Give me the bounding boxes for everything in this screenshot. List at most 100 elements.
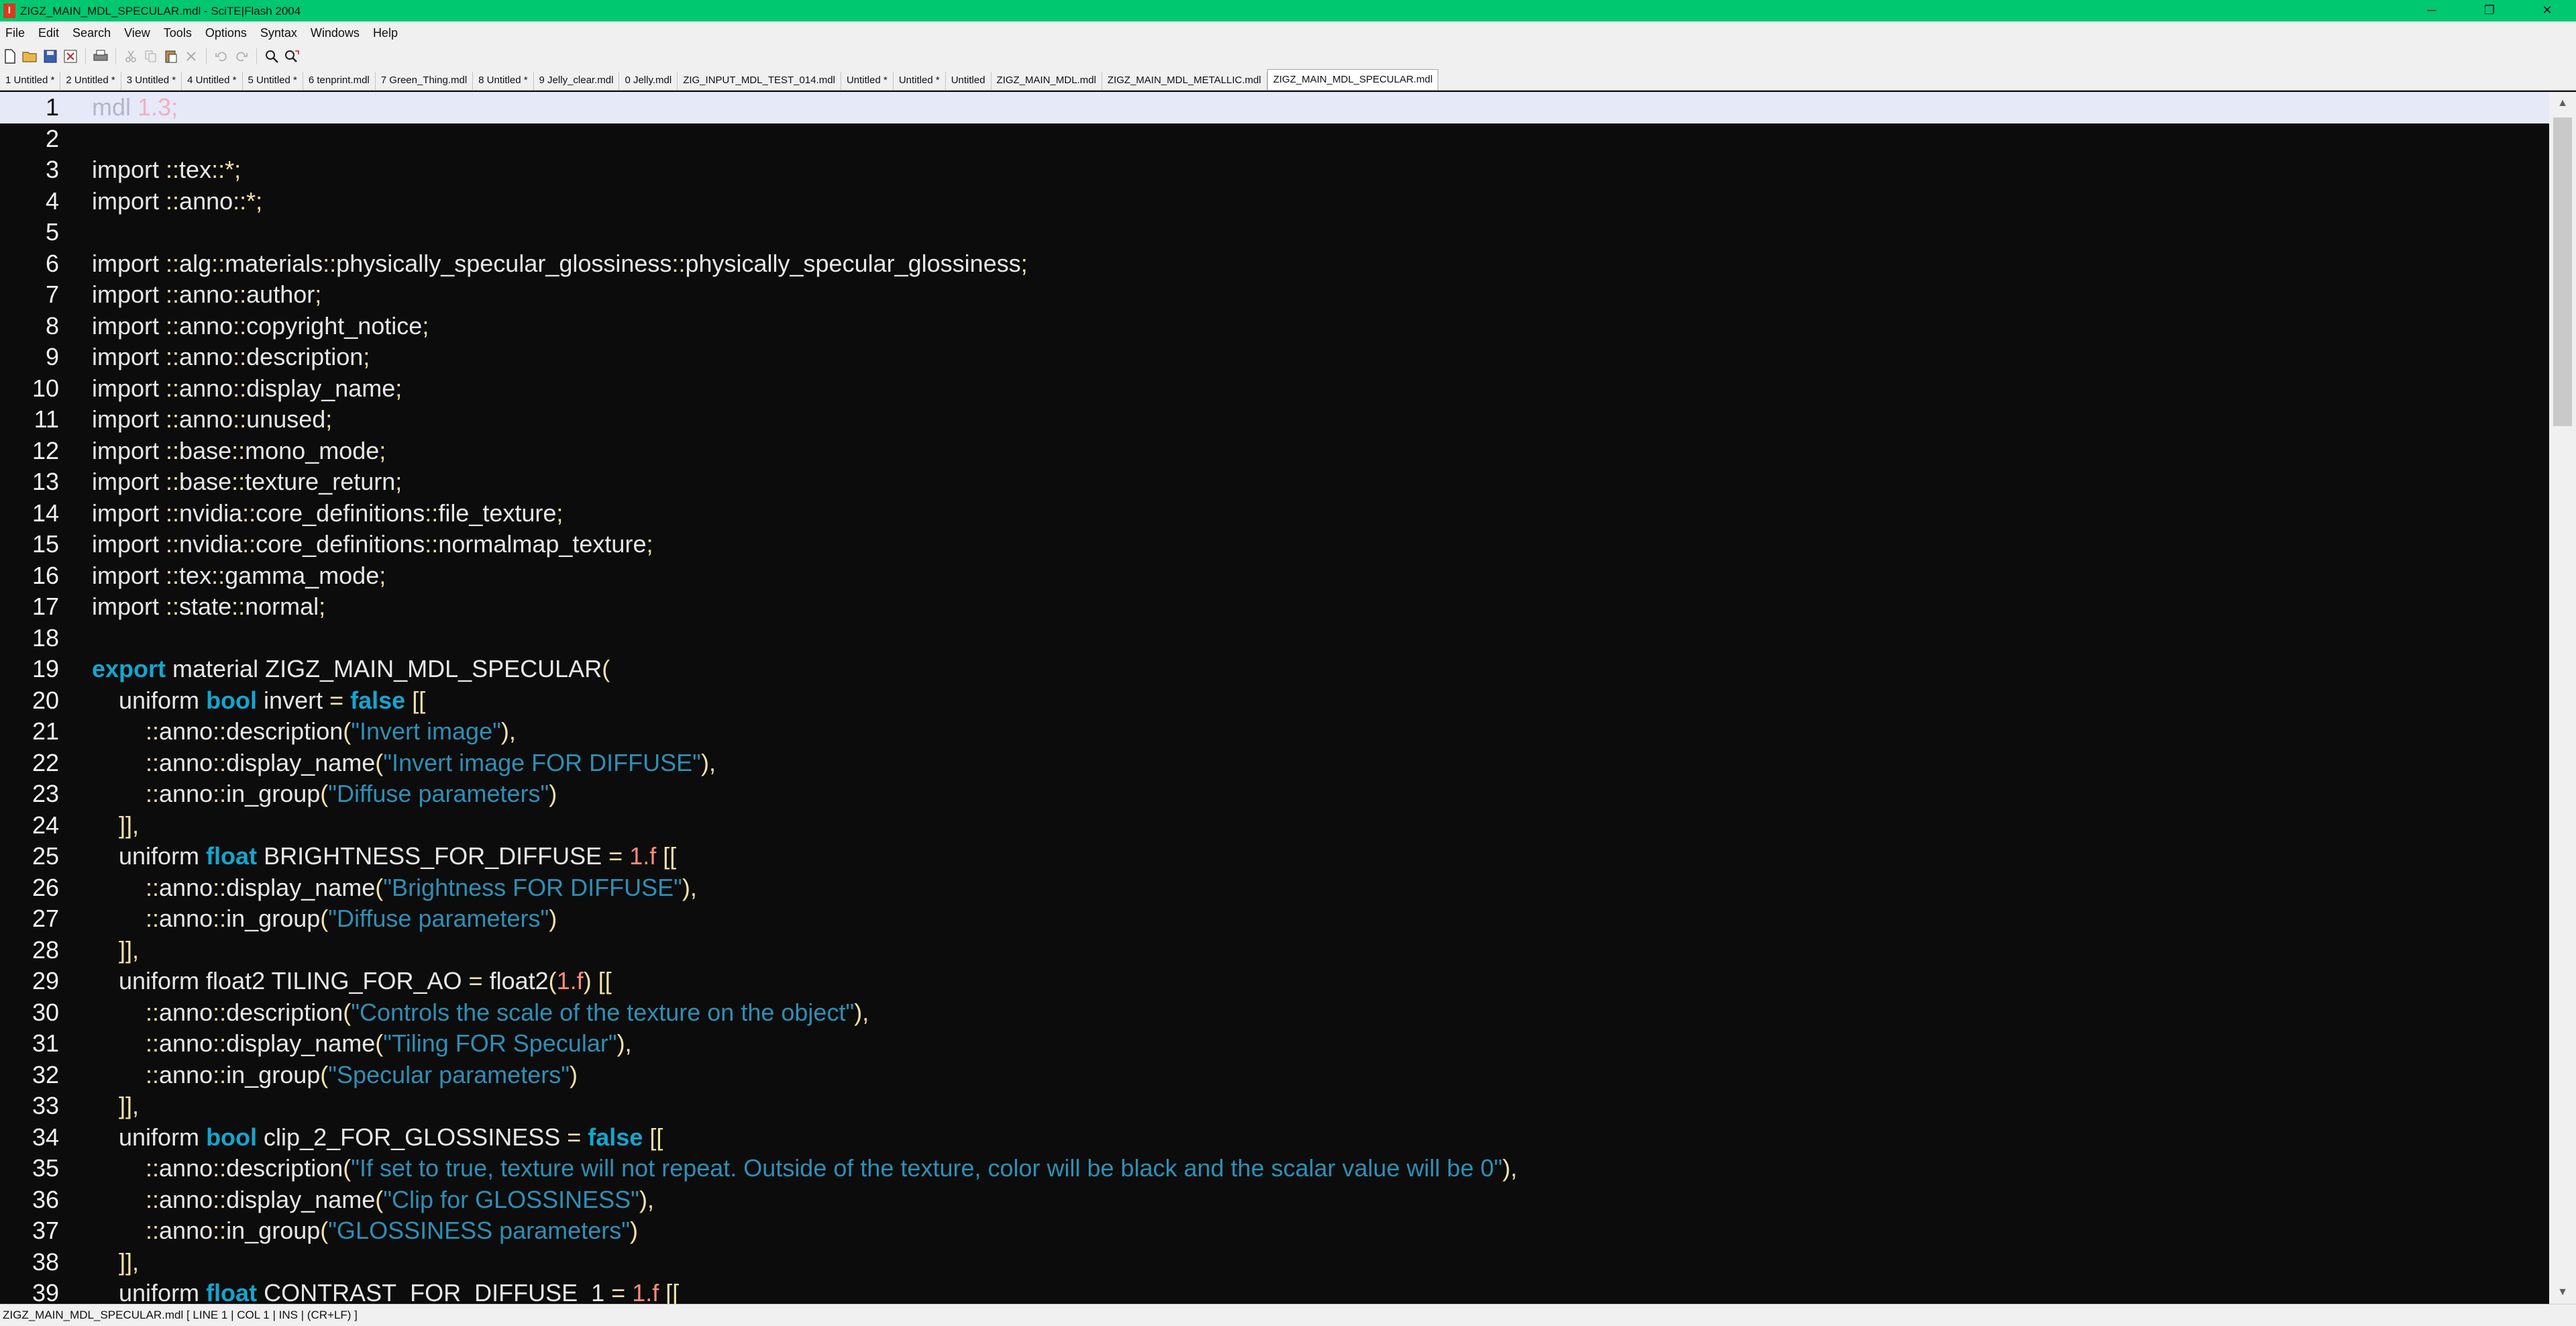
app-icon[interactable]: I: [3, 3, 15, 18]
code-line[interactable]: 37 ::anno::in_group("GLOSSINESS paramete…: [0, 1215, 2549, 1247]
code-line[interactable]: 3 import ::tex::*;: [0, 154, 2549, 186]
code-text[interactable]: uniform float BRIGHTNESS_FOR_DIFFUSE = 1…: [92, 841, 676, 872]
code-line[interactable]: 38 ]],: [0, 1247, 2549, 1278]
file-tab[interactable]: 1 Untitled *: [0, 72, 61, 90]
code-line[interactable]: 13 import ::base::texture_return;: [0, 466, 2549, 498]
menu-search[interactable]: Search: [66, 26, 117, 40]
redo-icon[interactable]: [233, 48, 250, 65]
code-text[interactable]: import ::tex::gamma_mode;: [92, 560, 386, 592]
code-line[interactable]: 1 mdl 1.3;: [0, 92, 2549, 123]
code-text[interactable]: import ::anno::author;: [92, 279, 321, 311]
paste-icon[interactable]: [162, 48, 180, 65]
code-line[interactable]: 5: [0, 217, 2549, 248]
undo-icon[interactable]: [213, 48, 230, 65]
code-line[interactable]: 26 ::anno::display_name("Brightness FOR …: [0, 872, 2549, 904]
code-text[interactable]: ]],: [92, 1090, 139, 1122]
code-text[interactable]: import ::anno::*;: [92, 186, 262, 217]
code-line[interactable]: 11 import ::anno::unused;: [0, 404, 2549, 436]
copy-icon[interactable]: [142, 48, 160, 65]
code-line[interactable]: 7 import ::anno::author;: [0, 279, 2549, 311]
code-line[interactable]: 15 import ::nvidia::core_definitions::nor…: [0, 529, 2549, 560]
code-line[interactable]: 23 ::anno::in_group("Diffuse parameters"…: [0, 778, 2549, 810]
file-tab[interactable]: 2 Untitled *: [60, 72, 121, 90]
code-line[interactable]: 2: [0, 123, 2549, 155]
code-text[interactable]: ::anno::in_group("GLOSSINESS parameters"…: [92, 1215, 638, 1247]
code-text[interactable]: ]],: [92, 935, 139, 966]
code-line[interactable]: 27 ::anno::in_group("Diffuse parameters"…: [0, 903, 2549, 935]
code-text[interactable]: ]],: [92, 1247, 139, 1278]
code-text[interactable]: ::anno::in_group("Diffuse parameters"): [92, 778, 557, 810]
code-line[interactable]: 10 import ::anno::display_name;: [0, 373, 2549, 405]
code-text[interactable]: ::anno::display_name("Clip for GLOSSINES…: [92, 1184, 654, 1216]
code-text[interactable]: ::anno::description("Invert image"),: [92, 716, 516, 748]
code-line[interactable]: 32 ::anno::in_group("Specular parameters…: [0, 1060, 2549, 1091]
code-text[interactable]: import ::nvidia::core_definitions::norma…: [92, 529, 653, 560]
code-text[interactable]: ::anno::display_name("Invert image FOR D…: [92, 748, 716, 779]
file-tab[interactable]: Untitled *: [841, 72, 894, 90]
delete-icon[interactable]: [182, 48, 200, 65]
file-tab[interactable]: 9 Jelly_clear.mdl: [534, 72, 620, 90]
code-line[interactable]: 30 ::anno::description("Controls the sca…: [0, 997, 2549, 1029]
file-tab[interactable]: 7 Green_Thing.mdl: [376, 72, 474, 90]
menu-options[interactable]: Options: [199, 26, 254, 40]
code-text[interactable]: uniform float CONTRAST_FOR_DIFFUSE_1 = 1…: [92, 1278, 679, 1304]
code-line[interactable]: 33 ]],: [0, 1090, 2549, 1122]
code-text[interactable]: ::anno::display_name("Brightness FOR DIF…: [92, 872, 697, 904]
code-line[interactable]: 36 ::anno::display_name("Clip for GLOSSI…: [0, 1184, 2549, 1216]
code-line[interactable]: 4 import ::anno::*;: [0, 186, 2549, 217]
file-tab[interactable]: ZIGZ_MAIN_MDL_SPECULAR.mdl: [1267, 69, 1439, 90]
code-line[interactable]: 21 ::anno::description("Invert image"),: [0, 716, 2549, 748]
code-text[interactable]: ]],: [92, 810, 139, 842]
code-text[interactable]: import ::base::mono_mode;: [92, 436, 386, 467]
code-line[interactable]: 20 uniform bool invert = false [[: [0, 685, 2549, 717]
scroll-up-icon[interactable]: ▲: [2549, 92, 2576, 115]
scroll-down-icon[interactable]: ▼: [2549, 1281, 2576, 1304]
file-tab[interactable]: ZIGZ_MAIN_MDL.mdl: [991, 72, 1102, 90]
code-line[interactable]: 28 ]],: [0, 935, 2549, 966]
code-text[interactable]: import ::base::texture_return;: [92, 466, 402, 498]
file-tab[interactable]: 8 Untitled *: [473, 72, 534, 90]
save-icon[interactable]: [42, 48, 59, 65]
code-line[interactable]: 16 import ::tex::gamma_mode;: [0, 560, 2549, 592]
menu-view[interactable]: View: [117, 26, 157, 40]
file-tab[interactable]: Untitled *: [894, 72, 946, 90]
code-line[interactable]: 17 import ::state::normal;: [0, 591, 2549, 623]
cut-icon[interactable]: [122, 48, 140, 65]
close-file-icon[interactable]: [62, 48, 79, 65]
file-tab[interactable]: 0 Jelly.mdl: [619, 72, 678, 90]
restore-icon[interactable]: ❐: [2461, 0, 2518, 21]
code-text[interactable]: uniform bool clip_2_FOR_GLOSSINESS = fal…: [92, 1122, 663, 1154]
code-text[interactable]: ::anno::description("If set to true, tex…: [92, 1153, 1517, 1184]
code-line[interactable]: 35 ::anno::description("If set to true, …: [0, 1153, 2549, 1184]
file-tab[interactable]: 4 Untitled *: [182, 72, 243, 90]
print-icon[interactable]: [92, 48, 109, 65]
code-line[interactable]: 6 import ::alg::materials::physically_spe…: [0, 248, 2549, 280]
file-tab[interactable]: 5 Untitled *: [243, 72, 303, 90]
code-line[interactable]: 22 ::anno::display_name("Invert image FO…: [0, 748, 2549, 779]
file-tab[interactable]: ZIG_INPUT_MDL_TEST_014.mdl: [678, 72, 841, 90]
code-line[interactable]: 19 export material ZIGZ_MAIN_MDL_SPECULAR…: [0, 654, 2549, 685]
code-text[interactable]: import ::state::normal;: [92, 591, 325, 623]
file-tab[interactable]: ZIGZ_MAIN_MDL_METALLIC.mdl: [1102, 72, 1267, 90]
file-tab[interactable]: 6 tenprint.mdl: [303, 72, 376, 90]
code-line[interactable]: 14 import ::nvidia::core_definitions::fil…: [0, 498, 2549, 529]
code-line[interactable]: 34 uniform bool clip_2_FOR_GLOSSINESS = …: [0, 1122, 2549, 1154]
code-line[interactable]: 25 uniform float BRIGHTNESS_FOR_DIFFUSE …: [0, 841, 2549, 872]
code-line[interactable]: 12 import ::base::mono_mode;: [0, 436, 2549, 467]
code-line[interactable]: 39 uniform float CONTRAST_FOR_DIFFUSE_1 …: [0, 1278, 2549, 1304]
menu-tools[interactable]: Tools: [157, 26, 199, 40]
code-line[interactable]: 31 ::anno::display_name("Tiling FOR Spec…: [0, 1028, 2549, 1060]
new-file-icon[interactable]: [1, 48, 19, 65]
menu-syntax[interactable]: Syntax: [254, 26, 304, 40]
code-line[interactable]: 18: [0, 623, 2549, 654]
code-text[interactable]: uniform float2 TILING_FOR_AO = float2(1.…: [92, 966, 612, 997]
code-text[interactable]: import ::alg::materials::physically_spec…: [92, 248, 1028, 280]
find-icon[interactable]: [263, 48, 280, 65]
replace-icon[interactable]: [283, 48, 301, 65]
code-text[interactable]: import ::anno::copyright_notice;: [92, 311, 429, 342]
code-text[interactable]: import ::anno::description;: [92, 342, 370, 373]
close-icon[interactable]: ✕: [2518, 0, 2576, 21]
code-text[interactable]: import ::anno::unused;: [92, 404, 332, 436]
menu-file[interactable]: File: [0, 26, 32, 40]
code-text[interactable]: uniform bool invert = false [[: [92, 685, 425, 717]
